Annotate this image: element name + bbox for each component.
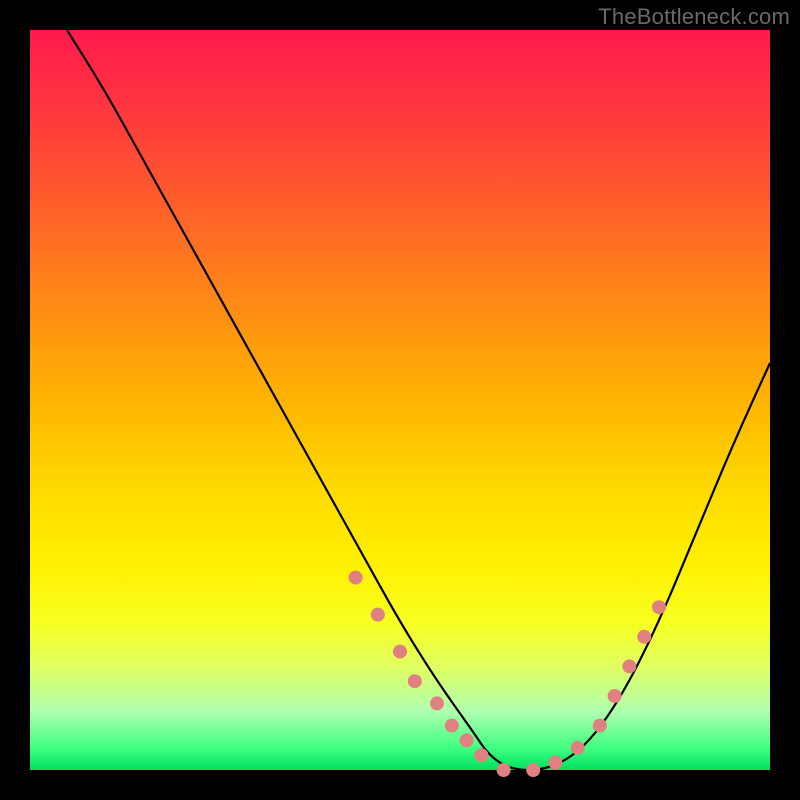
highlight-dot [393, 645, 407, 659]
highlight-dot [608, 689, 622, 703]
highlight-dot [593, 719, 607, 733]
highlight-dot [445, 719, 459, 733]
highlight-dot [460, 733, 474, 747]
highlight-dot [371, 608, 385, 622]
highlight-dot [349, 571, 363, 585]
highlight-dot [497, 763, 511, 777]
highlight-dot [430, 696, 444, 710]
highlight-dot [526, 763, 540, 777]
watermark-text: TheBottleneck.com [598, 4, 790, 30]
highlight-dot [637, 630, 651, 644]
highlight-dot [622, 659, 636, 673]
highlight-dot [408, 674, 422, 688]
bottleneck-curve [67, 30, 770, 770]
highlight-dot [548, 756, 562, 770]
highlight-dots-group [349, 571, 666, 777]
highlight-dot [474, 748, 488, 762]
highlight-dot [571, 741, 585, 755]
chart-overlay [30, 30, 770, 770]
highlight-dot [652, 600, 666, 614]
